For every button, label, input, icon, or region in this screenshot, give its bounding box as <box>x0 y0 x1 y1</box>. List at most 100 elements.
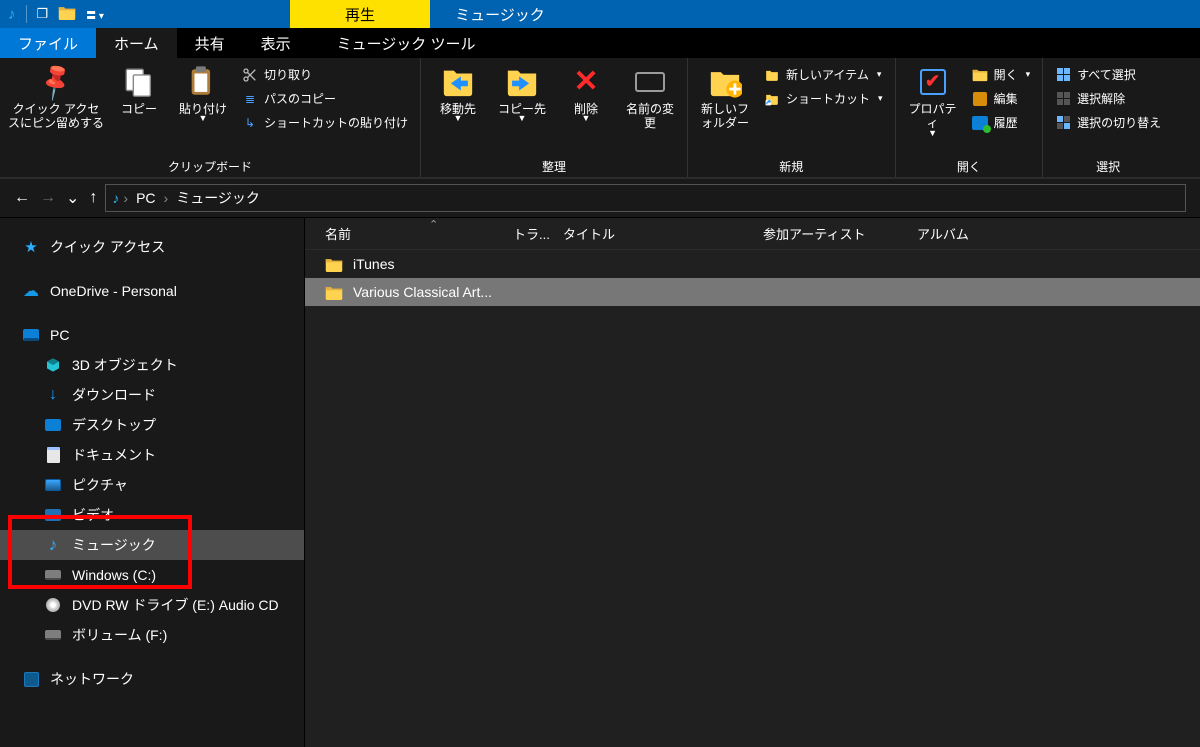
tab-file[interactable]: ファイル <box>0 28 96 58</box>
main-area: ★ クイック アクセス ☁ OneDrive - Personal PC 3D … <box>0 218 1200 747</box>
music-note-icon: ♪ <box>8 6 16 23</box>
sidebar-network-label: ネットワーク <box>50 669 134 689</box>
history-chevron-down-icon[interactable]: ⌄ <box>66 188 79 208</box>
sidebar-desktop[interactable]: デスクトップ <box>0 410 304 440</box>
address-bar[interactable]: ♪ › PC › ミュージック <box>105 184 1186 212</box>
properties-button[interactable]: ✔ プロパティ ▼ <box>904 62 962 133</box>
tab-home[interactable]: ホーム <box>96 28 177 58</box>
sidebar-dvd[interactable]: DVD RW ドライブ (E:) Audio CD <box>0 590 304 620</box>
up-button[interactable]: ↑ <box>89 189 97 207</box>
paste-icon <box>186 65 220 99</box>
file-row[interactable]: Various Classical Art... <box>305 278 1200 306</box>
file-row[interactable]: iTunes <box>305 250 1200 278</box>
music-note-icon: ♪ <box>112 190 119 206</box>
select-all-button[interactable]: すべて選択 <box>1051 64 1165 85</box>
cut-button[interactable]: 切り取り <box>238 64 412 85</box>
breadcrumb-pc[interactable]: PC <box>132 190 159 206</box>
move-to-button[interactable]: 移動先 ▼ <box>429 62 487 118</box>
page-icon[interactable]: ❐ <box>37 6 49 22</box>
forward-button[interactable]: → <box>40 189 56 207</box>
scissors-icon <box>242 67 258 83</box>
tab-share[interactable]: 共有 <box>177 28 243 58</box>
new-item-label: 新しいアイテム <box>786 66 869 83</box>
select-all-label: すべて選択 <box>1077 66 1136 83</box>
history-icon <box>972 115 988 131</box>
window-title: ミュージック <box>430 4 570 25</box>
sidebar-network[interactable]: ネットワーク <box>0 664 304 694</box>
chevron-right-icon: › <box>123 190 128 206</box>
column-title[interactable]: タイトル <box>557 224 757 243</box>
new-item-button[interactable]: 新しいアイテム ▾ <box>760 64 887 85</box>
group-new: 新しいフォルダー 新しいアイテム ▾ ショートカット ▾ 新規 <box>688 58 896 177</box>
copy-button[interactable]: コピー <box>110 62 168 116</box>
pictures-icon <box>44 476 62 494</box>
select-none-button[interactable]: 選択解除 <box>1051 88 1165 109</box>
edit-label: 編集 <box>994 90 1018 107</box>
chevron-down-icon: ▾ <box>1026 69 1031 80</box>
network-icon <box>22 670 40 688</box>
sidebar-3d-objects[interactable]: 3D オブジェクト <box>0 350 304 380</box>
delete-button[interactable]: ✕ 削除 ▼ <box>557 62 615 118</box>
invert-selection-icon <box>1055 115 1071 131</box>
sidebar-desktop-label: デスクトップ <box>72 415 156 435</box>
back-button[interactable]: ← <box>14 189 30 207</box>
column-track[interactable]: トラ... <box>507 224 557 243</box>
properties-icon: ✔ <box>920 69 946 95</box>
open-label: 開く <box>994 66 1018 83</box>
ribbon-tabs: ファイル ホーム 共有 表示 ミュージック ツール <box>0 28 1200 58</box>
nav-arrows: ← → ⌄ ↑ <box>14 188 97 208</box>
folder-icon[interactable] <box>58 5 76 23</box>
qat-divider <box>26 5 27 23</box>
video-icon <box>44 506 62 524</box>
content-pane: ⌃ 名前 トラ... タイトル 参加アーティスト アルバム iTunes Var… <box>305 218 1200 747</box>
edit-button[interactable]: 編集 <box>968 88 1035 109</box>
paste-shortcut-button[interactable]: ↳ ショートカットの貼り付け <box>238 112 412 133</box>
column-name[interactable]: 名前 <box>319 224 507 243</box>
sidebar-volume-f[interactable]: ボリューム (F:) <box>0 620 304 650</box>
desktop-icon <box>44 416 62 434</box>
sidebar-music-label: ミュージック <box>72 535 156 555</box>
new-folder-icon <box>708 65 742 99</box>
chevron-right-icon: › <box>164 190 169 206</box>
onedrive-icon: ☁ <box>22 282 40 300</box>
rename-button[interactable]: 名前の変更 <box>621 62 679 131</box>
sidebar-videos[interactable]: ビデオ <box>0 500 304 530</box>
sidebar-quick-access[interactable]: ★ クイック アクセス <box>0 232 304 262</box>
chevron-down-icon: ▾ <box>877 69 882 80</box>
history-button[interactable]: 履歴 <box>968 112 1035 133</box>
rename-label: 名前の変更 <box>621 102 679 131</box>
group-new-label: 新規 <box>696 154 887 177</box>
pin-to-quick-access-button[interactable]: 📌 クイック アクセスにピン留めする <box>8 62 104 131</box>
copy-to-button[interactable]: コピー先 ▼ <box>493 62 551 118</box>
group-organize-label: 整理 <box>429 154 679 177</box>
sidebar-onedrive[interactable]: ☁ OneDrive - Personal <box>0 276 304 306</box>
sidebar-windows-c[interactable]: Windows (C:) <box>0 560 304 590</box>
path-icon: ≣ <box>242 91 258 107</box>
document-icon <box>44 446 62 464</box>
qat-dropdown[interactable]: 〓 ▾ <box>86 7 104 22</box>
sidebar-music[interactable]: ♪ ミュージック <box>0 530 304 560</box>
breadcrumb-music[interactable]: ミュージック <box>172 188 264 208</box>
invert-selection-button[interactable]: 選択の切り替え <box>1051 112 1165 133</box>
contextual-tab-play[interactable]: 再生 <box>290 0 430 28</box>
sidebar-downloads[interactable]: ↓ ダウンロード <box>0 380 304 410</box>
invert-selection-label: 選択の切り替え <box>1077 114 1161 131</box>
shortcut-button[interactable]: ショートカット ▾ <box>760 88 887 109</box>
tab-music-tools[interactable]: ミュージック ツール <box>319 28 494 58</box>
open-button[interactable]: 開く ▾ <box>968 64 1035 85</box>
shortcut-icon <box>764 91 780 107</box>
open-icon <box>972 67 988 83</box>
column-album[interactable]: アルバム <box>911 224 1200 243</box>
drive-icon <box>44 626 62 644</box>
new-folder-button[interactable]: 新しいフォルダー <box>696 62 754 131</box>
tab-view[interactable]: 表示 <box>243 28 309 58</box>
column-artist[interactable]: 参加アーティスト <box>757 224 911 243</box>
copy-path-button[interactable]: ≣ パスのコピー <box>238 88 412 109</box>
sidebar-downloads-label: ダウンロード <box>72 385 156 405</box>
sidebar-pictures[interactable]: ピクチャ <box>0 470 304 500</box>
pc-icon <box>22 326 40 344</box>
sidebar-documents[interactable]: ドキュメント <box>0 440 304 470</box>
sidebar-volume-f-label: ボリューム (F:) <box>72 625 167 645</box>
sidebar-pc[interactable]: PC <box>0 320 304 350</box>
paste-button[interactable]: 貼り付け ▼ <box>174 62 232 118</box>
